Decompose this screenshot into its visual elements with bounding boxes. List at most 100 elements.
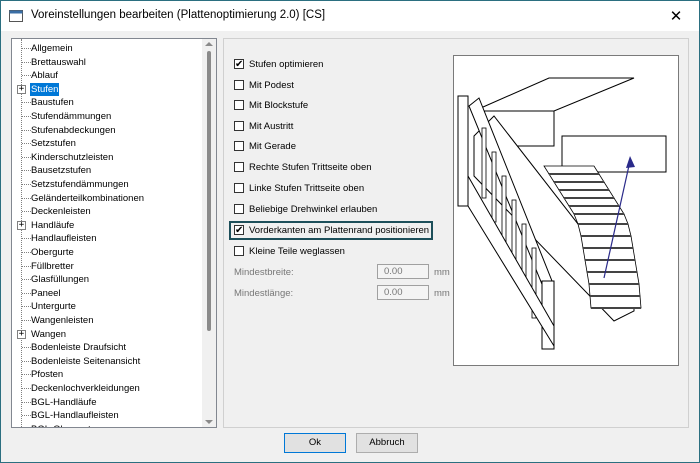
dialog-window: Voreinstellungen bearbeiten (Plattenopti… — [0, 0, 700, 463]
expand-icon[interactable]: + — [17, 220, 26, 230]
tree-item[interactable]: Bausetzstufen — [12, 164, 202, 177]
tree-item-label: BGL-Handlaufleisten — [31, 410, 119, 422]
tree-item[interactable]: Paneel — [12, 287, 202, 300]
tree-item-label: Handläufe — [31, 219, 75, 231]
tree-item-label: Ablauf — [31, 70, 58, 82]
tree-item-label: Pfosten — [31, 369, 64, 381]
min-length-label: Mindestlänge: — [234, 288, 294, 299]
tree-item-label: Setzstufendämmungen — [31, 179, 129, 190]
option-checkbox-row[interactable]: Mit Austritt — [234, 119, 293, 133]
tree-item[interactable]: Füllbretter — [12, 260, 202, 273]
tree-item[interactable]: Deckenlochverkleidungen — [12, 382, 202, 395]
tree-item[interactable]: Untergurte — [12, 300, 202, 313]
tree-item[interactable]: Stufendämmungen — [12, 110, 202, 123]
option-checkbox-row[interactable]: Mit Blockstufe — [234, 98, 308, 112]
tree-item[interactable]: Kinderschutzleisten — [12, 151, 202, 164]
option-label: Mit Gerade — [249, 140, 296, 152]
tree-item[interactable]: Pfosten — [12, 368, 202, 381]
tree-item[interactable]: Stufenabdeckungen — [12, 124, 202, 137]
tree-item[interactable]: Glasfüllungen — [12, 273, 202, 286]
title-bar[interactable]: Voreinstellungen bearbeiten (Plattenopti… — [1, 1, 699, 31]
close-button[interactable]: ✕ — [653, 1, 699, 31]
tree-item[interactable]: + Stufen — [12, 82, 202, 96]
cancel-button[interactable]: Abbruch — [356, 433, 418, 453]
option-checkbox-row[interactable]: Linke Stufen Trittseite oben — [234, 181, 364, 195]
min-width-unit: mm — [434, 267, 450, 278]
tree-item-label: Stufenabdeckungen — [31, 124, 116, 136]
min-width-input[interactable]: 0.00 — [377, 264, 429, 279]
tree-item[interactable]: Setzstufendämmungen — [12, 178, 202, 191]
tree-item[interactable]: BGL-Handlaufleisten — [12, 409, 202, 422]
tree-item-label: Stufendämmungen — [31, 111, 112, 122]
tree-item[interactable]: Setzstufen — [12, 137, 202, 150]
tree-item[interactable]: Bodenleiste Draufsicht — [12, 341, 202, 354]
option-checkbox-row[interactable]: Mit Podest — [234, 78, 294, 92]
app-icon — [9, 10, 23, 22]
checkbox-icon[interactable] — [234, 121, 244, 131]
checkbox-icon[interactable] — [234, 162, 244, 172]
checkbox-icon[interactable] — [234, 183, 244, 193]
min-width-label: Mindestbreite: — [234, 267, 294, 278]
tree-item-label: Allgemein — [31, 43, 73, 54]
tree-item-label: Untergurte — [31, 301, 76, 313]
option-checkbox-row[interactable]: Kleine Teile weglassen — [234, 244, 345, 258]
tree-item-label: Baustufen — [31, 97, 74, 109]
option-label: Kleine Teile weglassen — [249, 245, 345, 257]
checkbox-icon[interactable] — [234, 246, 244, 256]
option-checkbox-row[interactable]: ✔ Stufen optimieren — [234, 57, 323, 71]
tree-item-label: Wangen — [31, 328, 67, 340]
tree-scrollbar[interactable] — [202, 39, 216, 427]
expand-icon[interactable]: + — [17, 329, 26, 339]
checkbox-icon[interactable] — [234, 80, 244, 90]
min-length-input[interactable]: 0.00 — [377, 285, 429, 300]
option-label: Mit Podest — [249, 79, 294, 91]
tree-item[interactable]: + Wangen — [12, 328, 202, 341]
tree-item[interactable]: + Handläufe — [12, 219, 202, 232]
checkbox-icon[interactable] — [234, 204, 244, 214]
tree-item[interactable]: Deckenleisten — [12, 205, 202, 218]
tree-item[interactable]: Ablauf — [12, 69, 202, 82]
tree-item-label: Setzstufen — [31, 138, 76, 150]
scroll-down-icon[interactable] — [205, 420, 213, 424]
tree-item-label: Geländerteilkombinationen — [31, 192, 145, 204]
option-label: Stufen optimieren — [249, 58, 324, 70]
tree-item-label: Kinderschutzleisten — [31, 151, 114, 163]
tree-item[interactable]: Wangenleisten — [12, 314, 202, 327]
tree-item[interactable]: Handlaufleisten — [12, 232, 202, 245]
expand-icon[interactable]: + — [17, 84, 26, 94]
staircase-illustration — [457, 77, 667, 350]
settings-tree[interactable]: Allgemein Brettauswahl Ablauf + Stufen Baustu… — [11, 38, 217, 428]
option-checkbox-row[interactable]: Beliebige Drehwinkel erlauben — [234, 202, 377, 216]
scroll-thumb[interactable] — [207, 51, 211, 331]
tree-item-label: Deckenlochverkleidungen — [31, 383, 140, 394]
window-title: Voreinstellungen bearbeiten (Plattenopti… — [31, 9, 326, 21]
tree-item[interactable]: Bodenleiste Seitenansicht — [12, 355, 202, 368]
close-icon: ✕ — [669, 8, 683, 25]
option-label: Mit Blockstufe — [249, 99, 309, 111]
tree-item[interactable]: Allgemein — [12, 42, 202, 55]
option-label: Rechte Stufen Trittseite oben — [249, 161, 372, 173]
ok-button[interactable]: Ok — [284, 433, 346, 453]
checkbox-icon[interactable] — [234, 100, 244, 110]
option-label: Beliebige Drehwinkel erlauben — [249, 203, 378, 215]
tree-item-label: BGL-Obergurte — [30, 423, 97, 427]
checkbox-icon[interactable] — [234, 141, 244, 151]
tree-item[interactable]: Baustufen — [12, 96, 202, 109]
scroll-up-icon[interactable] — [205, 42, 213, 46]
option-checkbox-row[interactable]: Rechte Stufen Trittseite oben — [234, 160, 372, 174]
tree-item-label: Füllbretter — [31, 260, 74, 272]
tree-item[interactable]: BGL-Obergurte — [12, 423, 202, 427]
tree-item[interactable]: Brettauswahl — [12, 56, 202, 69]
option-label: Linke Stufen Trittseite oben — [249, 182, 365, 194]
tree-item[interactable]: Geländerteilkombinationen — [12, 192, 202, 205]
tree-item-label: Bausetzstufen — [31, 165, 92, 177]
tree-item-label: BGL-Handläufe — [31, 396, 97, 408]
checkbox-checked-icon[interactable]: ✔ — [234, 59, 244, 70]
option-checkbox-row[interactable]: Mit Gerade — [234, 139, 296, 153]
tree-item-label: Wangenleisten — [31, 315, 94, 326]
highlight-frame — [229, 221, 433, 240]
tree-item[interactable]: Obergurte — [12, 246, 202, 259]
tree-item-label: Obergurte — [31, 247, 74, 258]
tree-item-label: Bodenleiste Draufsicht — [31, 342, 127, 354]
tree-item[interactable]: BGL-Handläufe — [12, 396, 202, 409]
